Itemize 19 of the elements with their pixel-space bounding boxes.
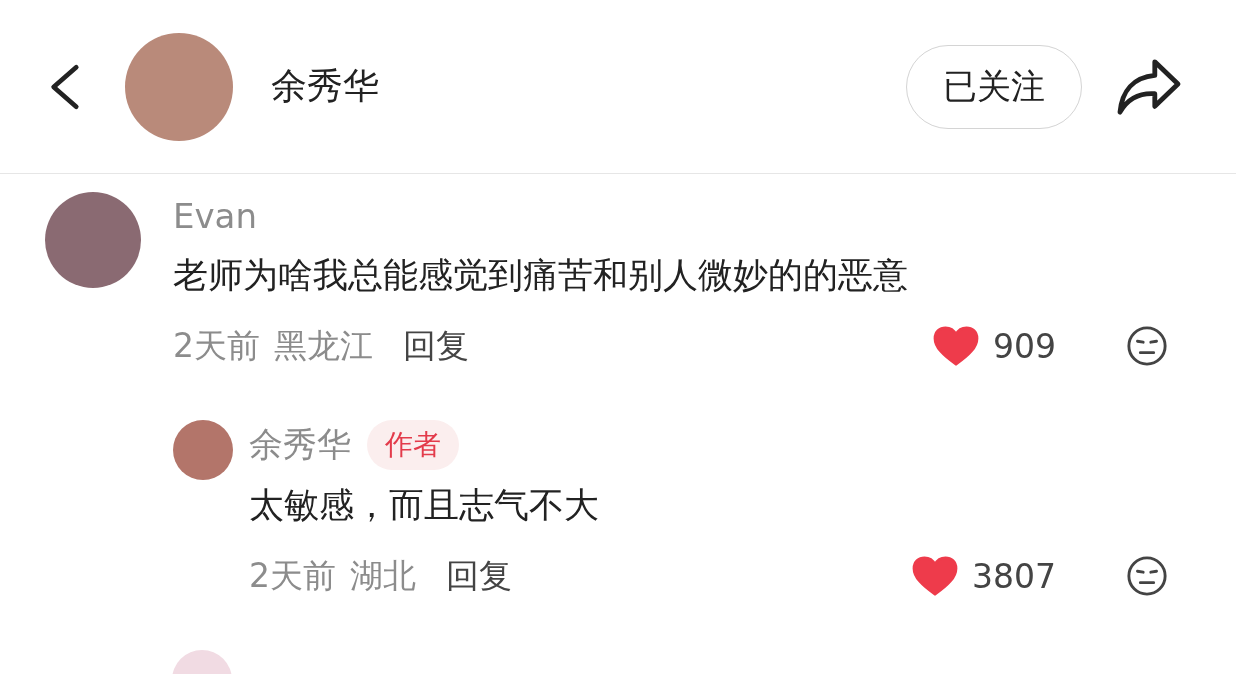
comment-location: 湖北 — [350, 554, 416, 597]
share-icon[interactable] — [1116, 57, 1182, 116]
like-count: 3807 — [972, 556, 1056, 596]
comment-text: 太敏感，而且志气不大 — [249, 484, 600, 527]
heart-icon[interactable] — [912, 556, 958, 596]
comment-text: 老师为啥我总能感觉到痛苦和别人微妙的的恶意 — [173, 254, 909, 297]
comment-location: 黑龙江 — [274, 324, 373, 367]
follow-button[interactable]: 已关注 — [906, 44, 1082, 129]
reply-link[interactable]: 回复 — [446, 553, 512, 599]
like-count: 909 — [993, 326, 1056, 366]
user-name: 余秀华 — [271, 64, 380, 108]
heart-icon[interactable] — [933, 326, 979, 366]
author-badge: 作者 — [367, 420, 459, 470]
neutral-face-icon[interactable] — [1126, 325, 1168, 367]
neutral-face-icon[interactable] — [1126, 555, 1168, 597]
comment-time: 2天前 — [249, 554, 336, 597]
avatar[interactable] — [173, 420, 233, 480]
comment-time: 2天前 — [173, 324, 260, 367]
reply-link[interactable]: 回复 — [403, 323, 469, 369]
